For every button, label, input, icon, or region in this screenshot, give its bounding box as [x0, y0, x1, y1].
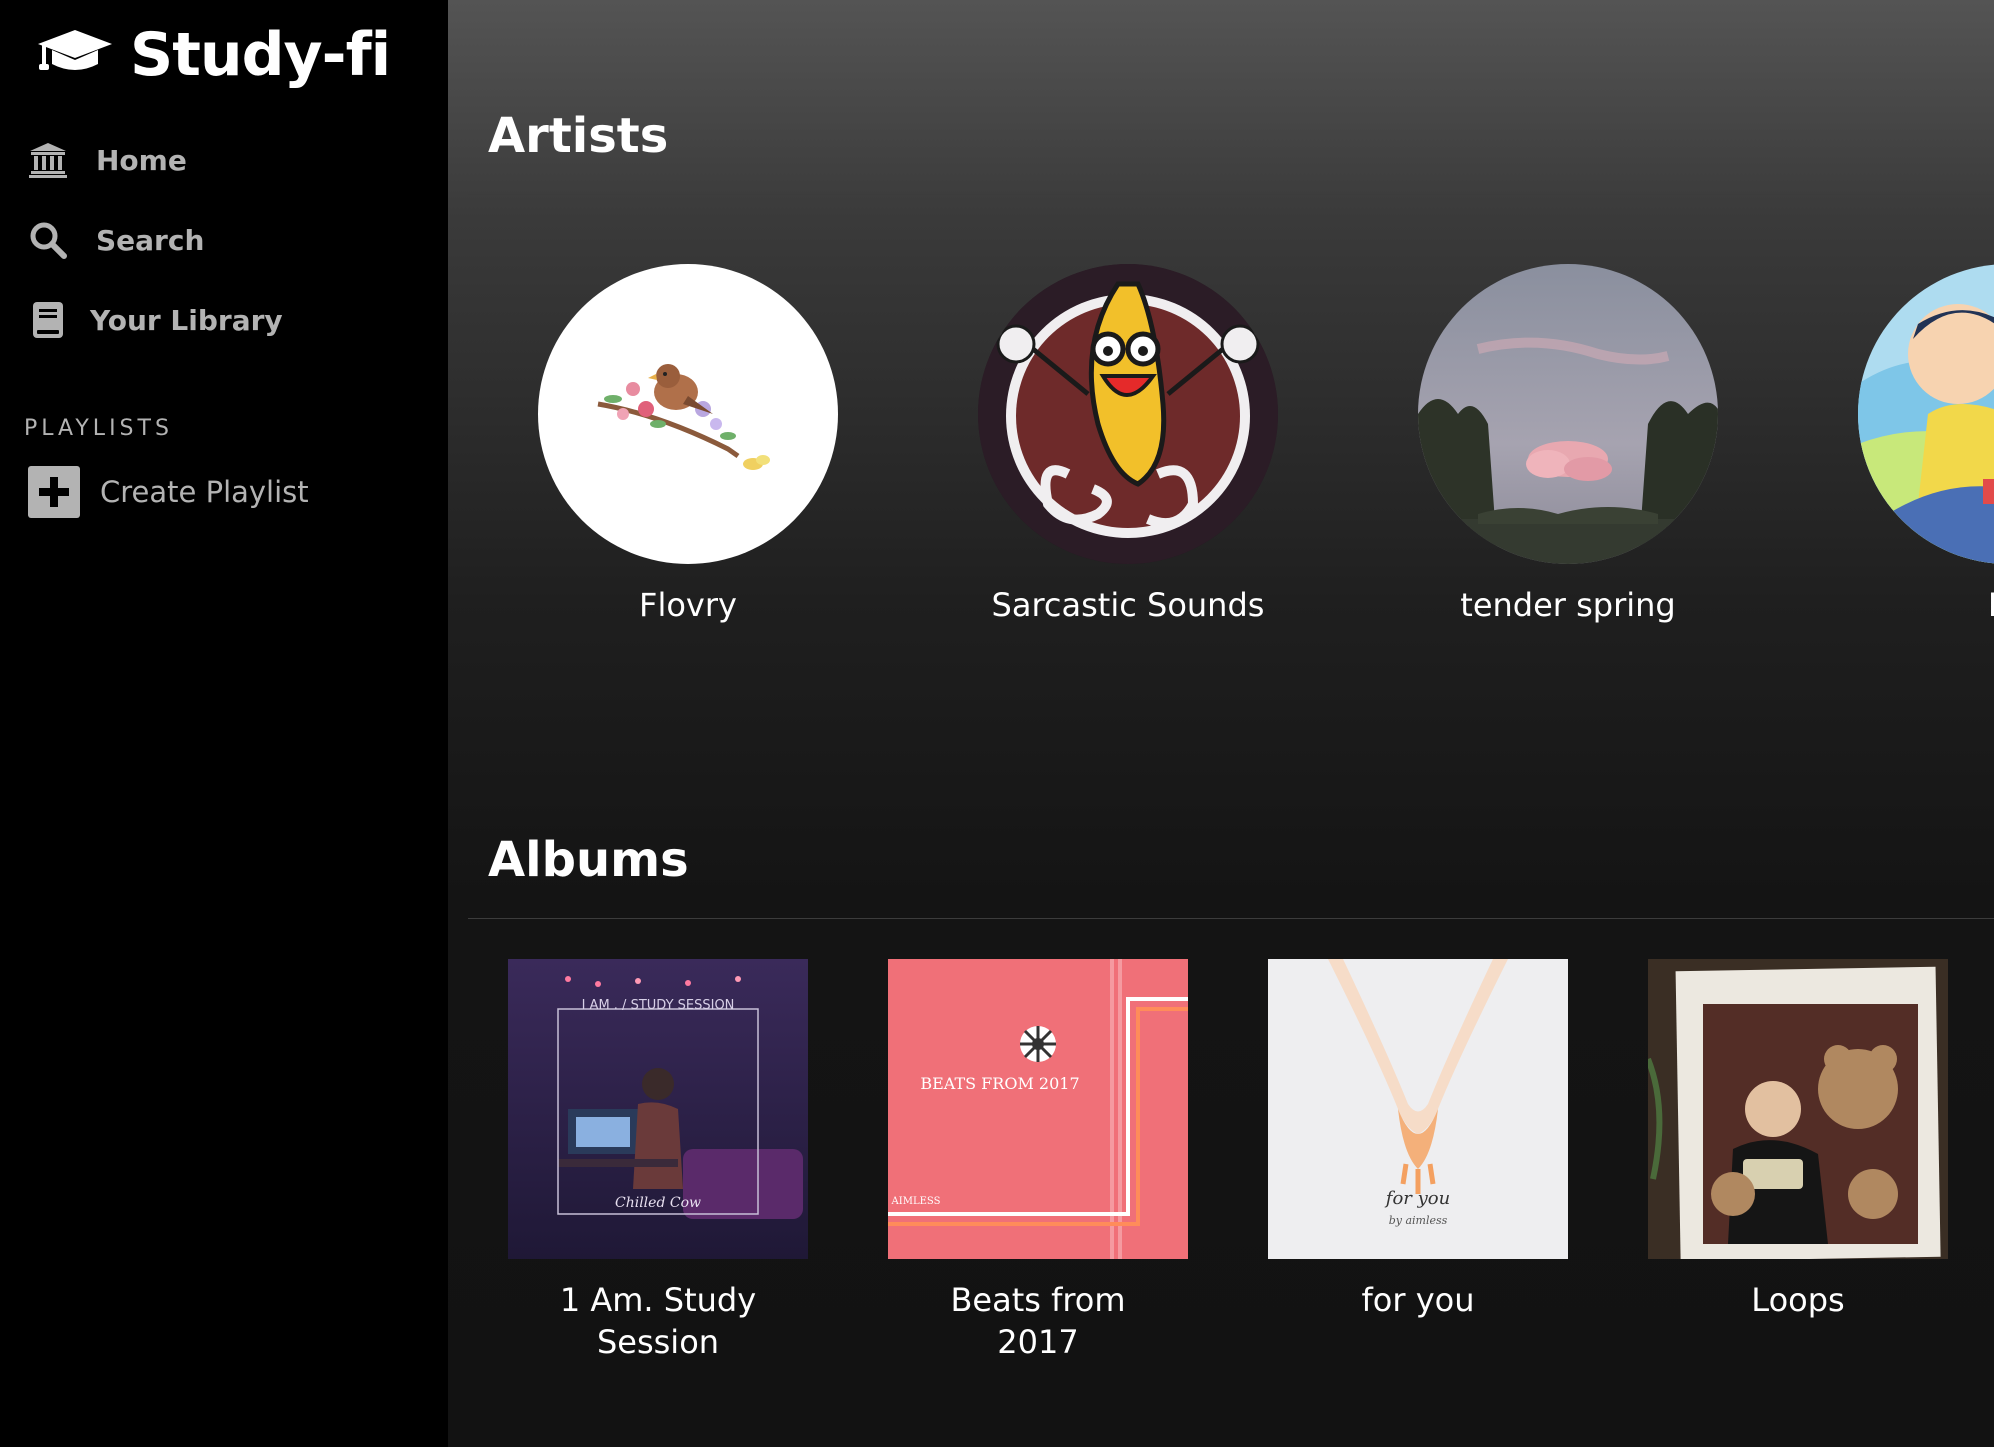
album-cover-text: AIMLESS	[891, 1196, 941, 1207]
album-title: Beats from 2017	[950, 1281, 1126, 1361]
album-title: Loops	[1751, 1281, 1845, 1319]
album-card[interactable]: Loops	[1648, 959, 1948, 1321]
nav-search-label: Search	[96, 223, 205, 257]
nav-library[interactable]: Your Library	[28, 294, 283, 346]
album-card[interactable]: BEATS FROM 2017 AIMLESS Beats from 2017	[888, 959, 1188, 1363]
nav-library-label: Your Library	[90, 303, 283, 337]
nav-search[interactable]: Search	[28, 214, 204, 266]
album-cover: I AM . / STUDY SESSION Chilled Cow	[508, 959, 808, 1259]
album-cover	[1648, 959, 1948, 1259]
artist-image	[978, 264, 1278, 564]
sidebar: Study-fi Home Search Your Library PLAYLI…	[0, 0, 448, 1447]
playlists-heading: PLAYLISTS	[24, 416, 173, 441]
album-cover-text: BEATS FROM 2017	[920, 1074, 1079, 1093]
artist-name: tender spring	[1460, 586, 1676, 624]
album-card[interactable]: I AM . / STUDY SESSION Chilled Cow 1 Am.…	[508, 959, 808, 1363]
album-cover: BEATS FROM 2017 AIMLESS	[888, 959, 1188, 1259]
brand[interactable]: Study-fi	[36, 20, 391, 90]
plus-icon	[28, 466, 80, 518]
album-cover-text: by aimless	[1389, 1214, 1448, 1227]
create-playlist-button[interactable]: Create Playlist	[28, 466, 309, 518]
bank-icon	[28, 140, 68, 180]
album-cover: for you by aimless	[1268, 959, 1568, 1259]
album-title: for you	[1361, 1281, 1475, 1319]
artist-card[interactable]: Ro	[1858, 264, 1994, 624]
main-content: Artists Flovry Sarcastic Sounds tender s…	[448, 0, 1994, 1447]
album-cover-text: I AM . / STUDY SESSION	[582, 998, 735, 1013]
albums-heading: Albums	[488, 832, 689, 888]
artist-image	[538, 264, 838, 564]
nav-home[interactable]: Home	[28, 134, 187, 186]
nav-home-label: Home	[96, 143, 187, 177]
artist-name: Sarcastic Sounds	[991, 586, 1265, 624]
albums-divider	[468, 918, 1994, 919]
artist-card[interactable]: tender spring	[1418, 264, 1718, 624]
artists-divider	[468, 194, 1994, 195]
artist-image	[1418, 264, 1718, 564]
artists-heading: Artists	[488, 108, 669, 164]
search-icon	[28, 220, 68, 260]
book-icon	[28, 300, 68, 340]
artist-name: Flovry	[639, 586, 737, 624]
app-window: Study-fi Home Search Your Library PLAYLI…	[0, 0, 1994, 1447]
app-name: Study-fi	[130, 20, 391, 90]
artist-name: Ro	[1858, 586, 1994, 624]
graduation-cap-icon	[36, 28, 114, 83]
album-cover-text: for you	[1384, 1188, 1450, 1209]
album-card[interactable]: for you by aimless for you	[1268, 959, 1568, 1321]
create-playlist-label: Create Playlist	[100, 475, 309, 509]
artist-image	[1858, 264, 1994, 564]
album-cover-text: Chilled Cow	[615, 1195, 701, 1211]
album-title: 1 Am. Study Session	[559, 1281, 757, 1361]
artist-card[interactable]: Flovry	[538, 264, 838, 624]
artist-card[interactable]: Sarcastic Sounds	[978, 264, 1278, 624]
